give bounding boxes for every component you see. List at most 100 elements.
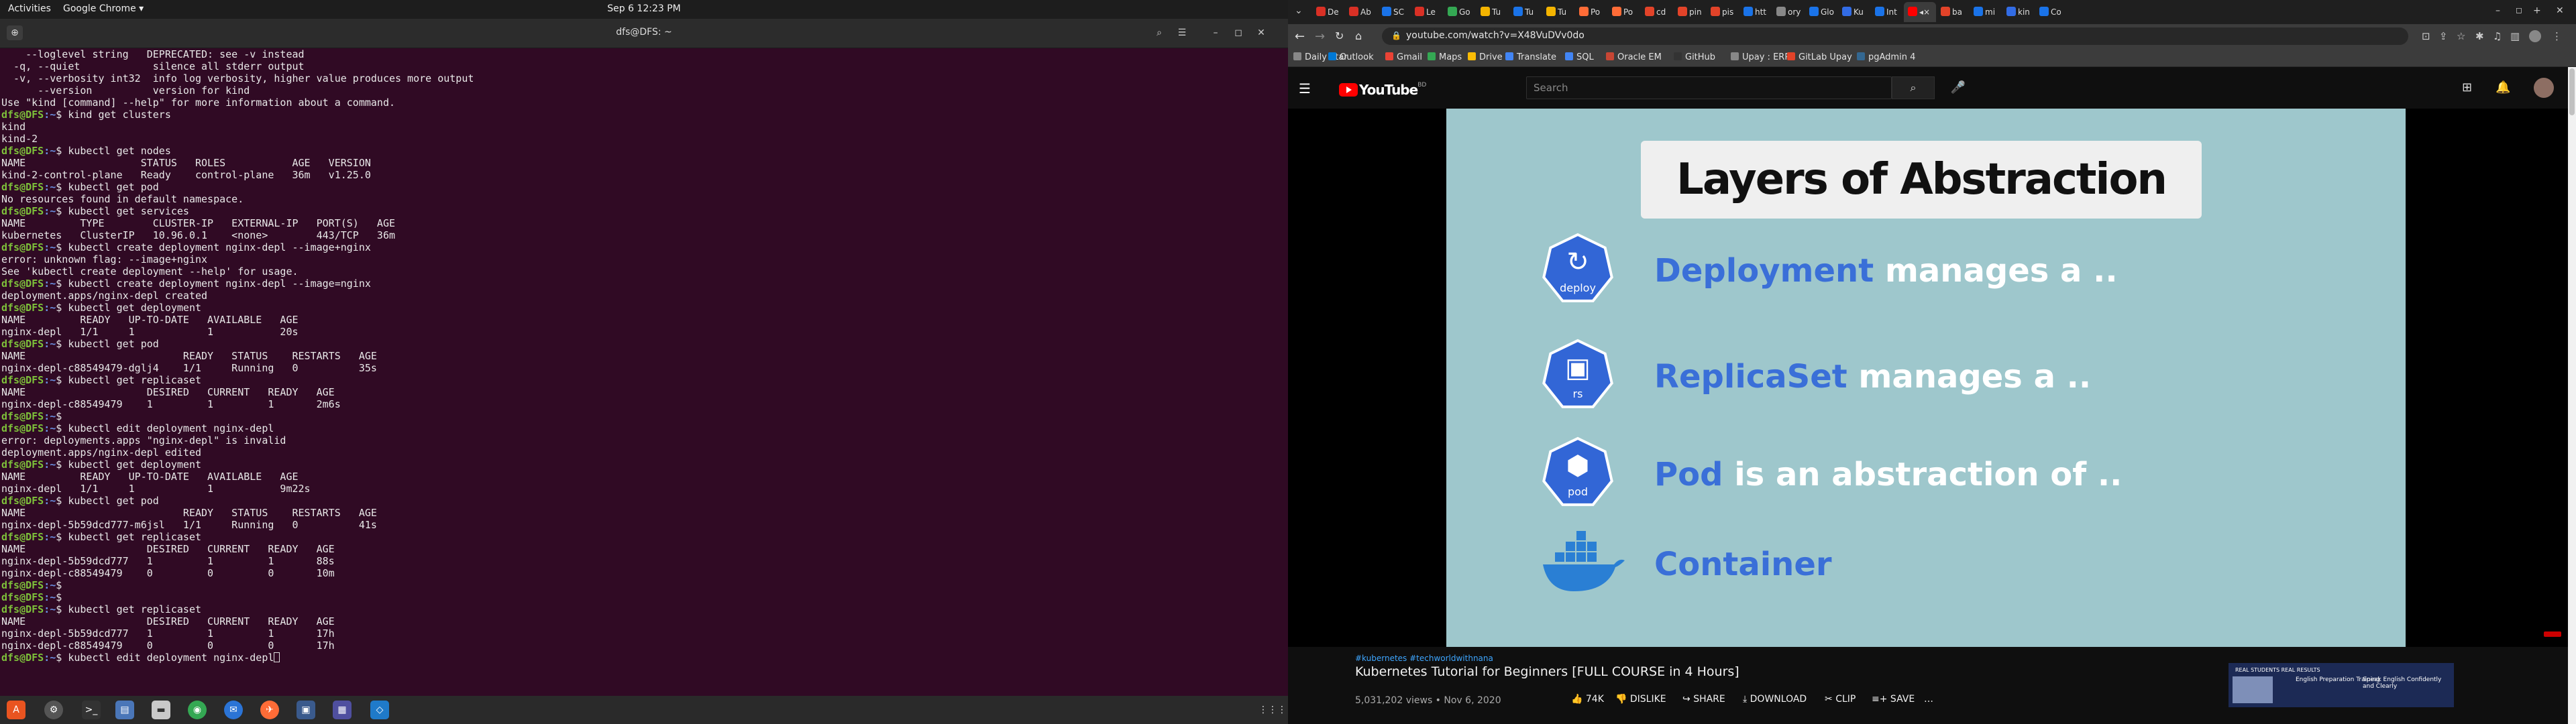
close-button[interactable]: ✕ xyxy=(1253,25,1269,40)
bookmark-item[interactable]: SQL xyxy=(1565,52,1594,62)
notifications-bell-icon[interactable]: 🔔 xyxy=(2496,80,2510,95)
chrome-icon[interactable]: ◉ xyxy=(188,701,207,719)
player-control-marker[interactable] xyxy=(2544,631,2561,637)
rdp-icon[interactable]: ▦ xyxy=(333,701,352,719)
clip-button[interactable]: ✂ CLIP xyxy=(1825,694,1856,705)
bookmark-item[interactable]: Translate xyxy=(1505,52,1556,62)
show-apps-icon[interactable]: ⋮⋮⋮ xyxy=(1258,701,1287,719)
bookmark-item[interactable]: Upay : ERP xyxy=(1731,52,1790,62)
dislike-button[interactable]: 👎 DISLIKE xyxy=(1615,694,1666,705)
close-button[interactable]: ✕ xyxy=(2556,5,2564,16)
share-icon[interactable]: ⇪ xyxy=(2439,30,2448,42)
bookmark-item[interactable]: Drive xyxy=(1468,52,1503,62)
browser-tab[interactable]: ◂× xyxy=(1904,2,1936,22)
thunderbird-icon[interactable]: ✉ xyxy=(224,701,243,719)
bookmark-item[interactable]: Outlook xyxy=(1328,52,1374,62)
bookmark-item[interactable]: Gmail xyxy=(1385,52,1422,62)
chrome-window[interactable]: ⌄ De Ab SC Le Go Tu Tu Tu Po Po cd pin pis htt ory Glo K… xyxy=(1288,0,2576,724)
browser-tab[interactable]: Ab xyxy=(1345,2,1377,22)
search-input[interactable]: Search xyxy=(1526,76,1892,99)
browser-tab[interactable]: Tu xyxy=(1477,2,1509,22)
browser-tab[interactable]: Po xyxy=(1608,2,1640,22)
search-icon[interactable]: ⌕ xyxy=(1151,25,1167,40)
bookmark-star-icon[interactable]: ☆ xyxy=(2457,30,2465,42)
hamburger-menu-icon[interactable]: ☰ xyxy=(1174,25,1190,40)
account-avatar[interactable] xyxy=(2534,78,2554,98)
extensions-icon[interactable]: ✱ xyxy=(2475,30,2484,42)
address-bar[interactable]: 🔒 youtube.com/watch?v=X48VuDVv0do xyxy=(1382,27,2408,45)
browser-tab[interactable]: De xyxy=(1312,2,1344,22)
browser-tab[interactable]: mi xyxy=(1970,2,2002,22)
screenshot-icon[interactable]: ▣ xyxy=(297,701,315,719)
browser-tab[interactable]: pis xyxy=(1707,2,1739,22)
browser-tab[interactable]: SC xyxy=(1378,2,1410,22)
scrollbar-thumb[interactable] xyxy=(2569,68,2575,115)
files-icon[interactable]: ▤ xyxy=(115,701,134,719)
terminal-output[interactable]: --loglevel string DEPRECATED: see -v ins… xyxy=(1,48,1287,696)
chrome-menu-icon[interactable]: ⋮ xyxy=(2552,30,2562,42)
settings-icon[interactable]: ⚙ xyxy=(44,701,63,719)
terminal-line: Use "kind [command] --help" for more inf… xyxy=(1,97,395,109)
share-button[interactable]: ↪ SHARE xyxy=(1682,694,1725,705)
save-button[interactable]: ≡+ SAVE xyxy=(1872,694,1915,705)
back-icon[interactable]: ← xyxy=(1295,29,1305,44)
bookmark-item[interactable]: Maps xyxy=(1428,52,1462,62)
browser-tab[interactable]: Co xyxy=(2035,2,2068,22)
browser-tab[interactable]: Po xyxy=(1575,2,1607,22)
new-tab-button[interactable]: + xyxy=(2533,5,2541,16)
postman-icon[interactable]: ✈ xyxy=(260,701,279,719)
home-icon[interactable]: ⌂ xyxy=(1355,29,1362,42)
browser-tab[interactable]: Tu xyxy=(1542,2,1574,22)
more-actions-button[interactable]: … xyxy=(1924,694,1933,705)
minimize-button[interactable]: – xyxy=(2496,5,2500,16)
terminal-icon[interactable]: >_ xyxy=(82,701,101,719)
forward-icon[interactable]: → xyxy=(1315,29,1325,44)
bookmark-favicon-icon xyxy=(1674,52,1682,60)
youtube-logo[interactable]: YouTubeBD xyxy=(1339,82,1426,98)
lock-icon[interactable]: 🔒 xyxy=(1391,31,1401,40)
terminal-line: nginx-depl-c88549479 1 1 1 2m6s xyxy=(1,398,341,410)
reload-icon[interactable]: ↻ xyxy=(1335,29,1344,42)
profile-avatar[interactable] xyxy=(2529,30,2541,42)
browser-tab[interactable]: Tu xyxy=(1509,2,1542,22)
browser-tab[interactable]: Le xyxy=(1411,2,1443,22)
browser-tab[interactable]: htt xyxy=(1739,2,1772,22)
browser-tab[interactable]: pin xyxy=(1674,2,1706,22)
bookmark-item[interactable]: GitLab Upay xyxy=(1787,52,1852,62)
browser-tab[interactable]: Int xyxy=(1871,2,1903,22)
install-icon[interactable]: ⊡ xyxy=(2422,30,2430,42)
video-player[interactable]: Layers of Abstraction deploy ↻ Deployment … xyxy=(1288,109,2568,647)
bookmark-item[interactable]: GitHub xyxy=(1674,52,1715,62)
search-button[interactable]: ⌕ xyxy=(1892,76,1935,99)
hashtags[interactable]: #kubernetes #techworldwithnana xyxy=(1355,654,1493,663)
voice-search-button[interactable]: 🎤 xyxy=(1948,78,1968,98)
create-video-icon[interactable]: ⊞ xyxy=(2462,80,2472,95)
minimize-button[interactable]: – xyxy=(1208,25,1224,40)
address-text[interactable]: youtube.com/watch?v=X48VuDVv0do xyxy=(1406,30,1585,41)
page-scrollbar[interactable] xyxy=(2568,67,2576,724)
maximize-button[interactable]: ◻ xyxy=(1230,25,1246,40)
tab-search-icon[interactable]: ⌄ xyxy=(1295,5,1303,16)
terminal-window[interactable]: ⊕ dfs@DFS: ~ ⌕ ☰ – ◻ ✕ --loglevel string… xyxy=(0,19,1288,696)
bookmark-item[interactable]: pgAdmin 4 xyxy=(1857,52,1915,62)
browser-tab[interactable]: kin xyxy=(2002,2,2035,22)
media-controls-icon[interactable]: ♫ xyxy=(2493,30,2502,42)
folder-icon[interactable]: ▬ xyxy=(152,701,170,719)
maximize-button[interactable]: ◻ xyxy=(2516,5,2522,15)
browser-tab[interactable]: Go xyxy=(1444,2,1476,22)
command-text: $ kubectl create deployment nginx-depl -… xyxy=(56,241,371,253)
hamburger-menu-icon[interactable]: ☰ xyxy=(1299,80,1311,97)
bookmark-item[interactable]: Oracle EM xyxy=(1606,52,1662,62)
ad-banner[interactable]: REAL STUDENTS REAL RESULTS English Prepa… xyxy=(2229,663,2454,707)
side-panel-icon[interactable]: ▥ xyxy=(2510,30,2520,42)
vscode-icon[interactable]: ◇ xyxy=(370,701,389,719)
like-button[interactable]: 👍 74K xyxy=(1571,694,1604,705)
browser-tab[interactable]: Ku xyxy=(1838,2,1870,22)
browser-tab[interactable]: cd xyxy=(1641,2,1673,22)
browser-tab[interactable]: Glo xyxy=(1805,2,1837,22)
browser-tab[interactable]: ba xyxy=(1937,2,1969,22)
browser-tab[interactable]: ory xyxy=(1772,2,1805,22)
clock[interactable]: Sep 6 12:23 PM xyxy=(0,3,1288,14)
ubuntu-software-icon[interactable]: A xyxy=(7,701,25,719)
download-button[interactable]: ⤓ DOWNLOAD xyxy=(1743,694,1807,705)
